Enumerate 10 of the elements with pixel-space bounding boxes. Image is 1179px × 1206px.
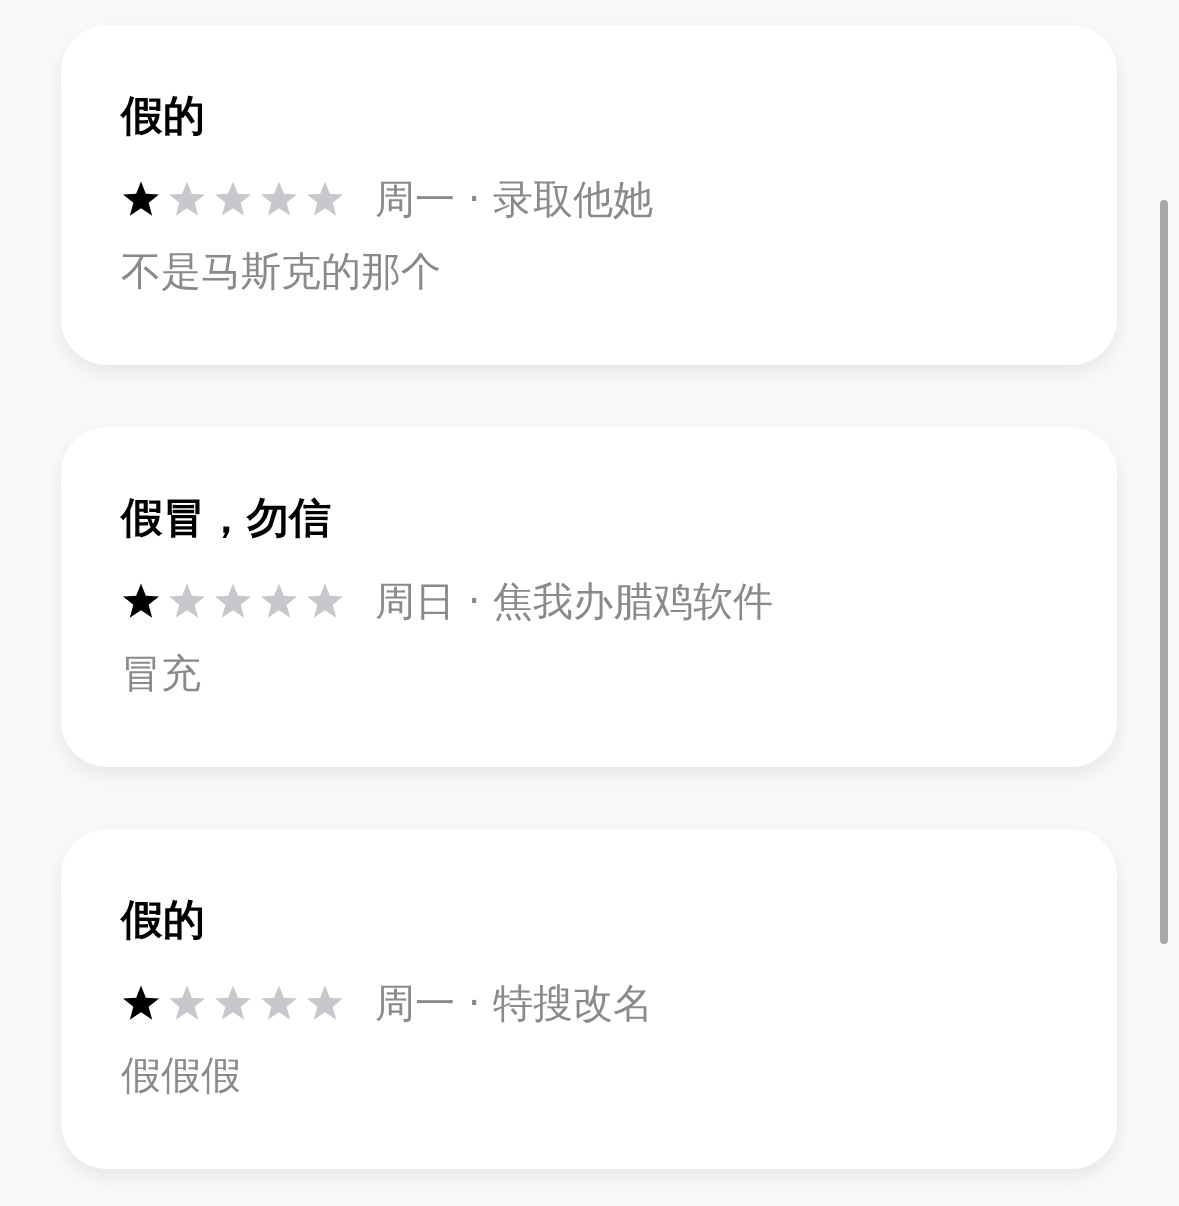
review-meta: 周一 · 录取他她 bbox=[375, 175, 654, 224]
review-text: 不是马斯克的那个 bbox=[121, 247, 442, 296]
review-meta: 周日 · 焦我办腊鸡软件 bbox=[375, 577, 774, 626]
review-text: 假假假 bbox=[121, 1051, 242, 1100]
scrollbar[interactable] bbox=[1160, 200, 1168, 944]
review-title: 假的 bbox=[121, 90, 206, 142]
review-title: 假的 bbox=[121, 894, 206, 946]
review-title: 假冒，勿信 bbox=[121, 492, 332, 544]
review-meta: 周一 · 特搜改名 bbox=[375, 979, 654, 1028]
review-text: 冒充 bbox=[121, 649, 202, 698]
